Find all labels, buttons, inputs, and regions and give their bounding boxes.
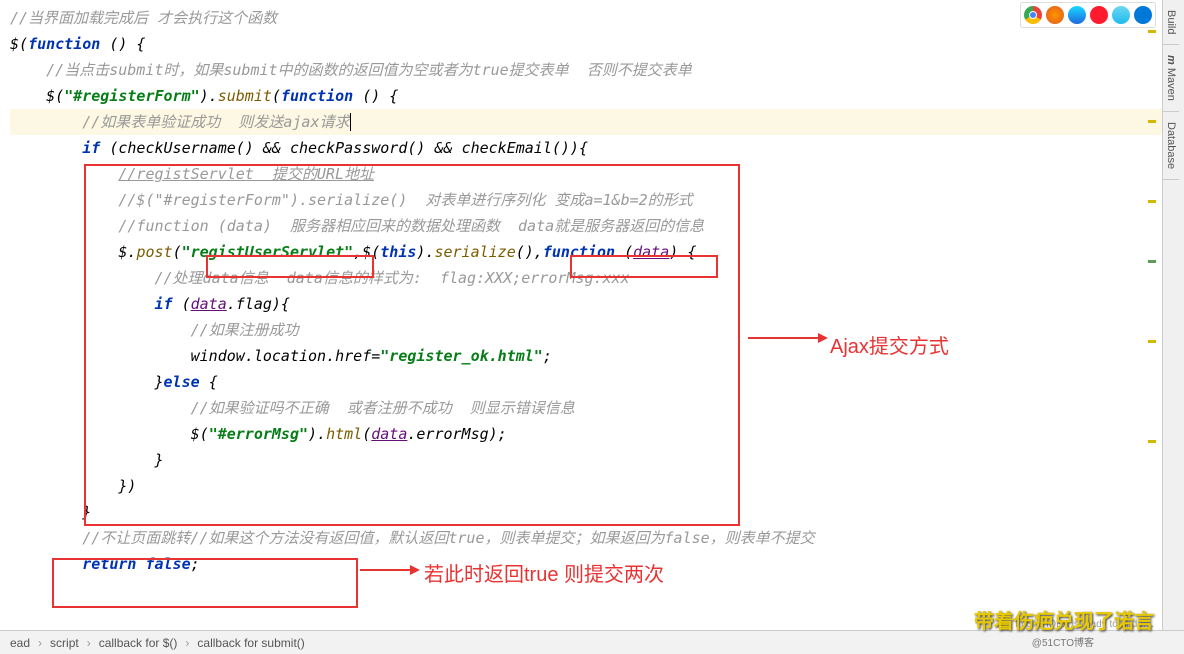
crumb-item[interactable]: ead [0,636,40,650]
arrow-icon [748,328,828,352]
sidebar-tab-database[interactable]: Database [1163,112,1179,180]
firefox-icon[interactable] [1046,6,1064,24]
annotation-ajax: Ajax提交方式 [830,330,949,359]
ie-icon[interactable] [1112,6,1130,24]
crumb-item[interactable]: callback for submit() [187,636,314,650]
chrome-icon[interactable] [1024,6,1042,24]
comment: //当点击submit时，如果submit中的函数的返回值为空或者为true提交… [46,61,692,79]
comment: //当界面加载完成后 才会执行这个函数 [10,9,277,27]
arrow-icon [360,560,420,584]
code-editor[interactable]: //当界面加载完成后 才会执行这个函数 $(function () { //当点… [0,0,1184,582]
crumb-item[interactable]: script [40,636,89,650]
safari-icon[interactable] [1068,6,1086,24]
sidebar-tab-maven[interactable]: m Maven [1163,45,1179,112]
sidebar-tab-build[interactable]: Build [1163,0,1179,45]
crumb-item[interactable]: callback for $() [89,636,188,650]
browser-preview-panel [1020,2,1156,28]
status-sub: @51CTO博客 [1032,634,1094,649]
text-cursor [350,113,351,131]
opera-icon[interactable] [1090,6,1108,24]
watermark: 带着伤疤兑现了诺言 [974,605,1154,634]
annotation-return: 若此时返回true 则提交两次 [424,558,664,587]
gutter-marks [1146,0,1156,654]
highlighted-line: //如果表单验证成功 则发送ajax请求 [10,109,1174,135]
right-sidebar: Build m Maven Database [1162,0,1184,654]
